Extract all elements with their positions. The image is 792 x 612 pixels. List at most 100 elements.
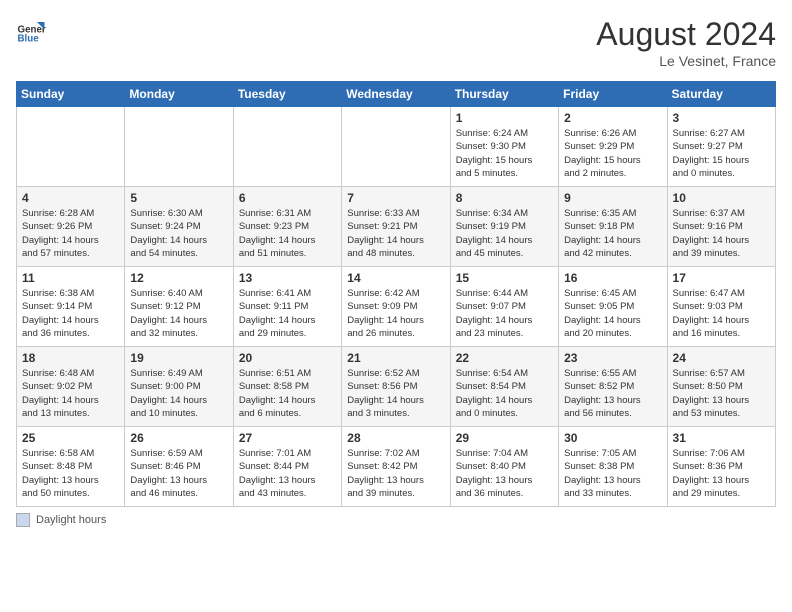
cell-info: Sunrise: 6:37 AM Sunset: 9:16 PM Dayligh… (673, 207, 770, 260)
day-number: 6 (239, 191, 336, 205)
calendar-cell: 24Sunrise: 6:57 AM Sunset: 8:50 PM Dayli… (667, 347, 775, 427)
day-number: 25 (22, 431, 119, 445)
calendar-cell: 11 Sunrise: 6:38 AM Sunset: 9:14 PM Dayli… (17, 267, 125, 347)
cell-info: Sunrise: 6:58 AM Sunset: 8:48 PM Dayligh… (22, 447, 119, 500)
calendar-cell: 5Sunrise: 6:30 AM Sunset: 9:24 PM Daylig… (125, 187, 233, 267)
calendar-cell: 22 Sunrise: 6:54 AM Sunset: 8:54 PM Dayli… (450, 347, 558, 427)
day-number: 8 (456, 191, 553, 205)
calendar-cell: 27Sunrise: 7:01 AM Sunset: 8:44 PM Dayli… (233, 427, 341, 507)
day-number: 18 (22, 351, 119, 365)
cell-info: Sunrise: 6:31 AM Sunset: 9:23 PM Dayligh… (239, 207, 336, 260)
logo: General Blue (16, 16, 46, 46)
weekday-header: Wednesday (342, 82, 450, 107)
weekday-header: Monday (125, 82, 233, 107)
day-number: 13 (239, 271, 336, 285)
logo-icon: General Blue (16, 16, 46, 46)
legend-box (16, 513, 30, 527)
cell-info: Sunrise: 7:04 AM Sunset: 8:40 PM Dayligh… (456, 447, 553, 500)
cell-info: Sunrise: 6:57 AM Sunset: 8:50 PM Dayligh… (673, 367, 770, 420)
cell-info: Sunrise: 6:45 AM Sunset: 9:05 PM Dayligh… (564, 287, 661, 340)
day-number: 29 (456, 431, 553, 445)
cell-info: Sunrise: 6:47 AM Sunset: 9:03 PM Dayligh… (673, 287, 770, 340)
weekday-header: Thursday (450, 82, 558, 107)
calendar-cell: 7Sunrise: 6:33 AM Sunset: 9:21 PM Daylig… (342, 187, 450, 267)
day-number: 20 (239, 351, 336, 365)
cell-info: Sunrise: 6:59 AM Sunset: 8:46 PM Dayligh… (130, 447, 227, 500)
calendar-cell (233, 107, 341, 187)
calendar-week-row: 18 Sunrise: 6:48 AM Sunset: 9:02 PM Dayli… (17, 347, 776, 427)
calendar-week-row: 11 Sunrise: 6:38 AM Sunset: 9:14 PM Dayli… (17, 267, 776, 347)
day-number: 1 (456, 111, 553, 125)
cell-info: Sunrise: 6:49 AM Sunset: 9:00 PM Dayligh… (130, 367, 227, 420)
calendar-cell: 19 Sunrise: 6:49 AM Sunset: 9:00 PM Dayli… (125, 347, 233, 427)
cell-info: Sunrise: 6:42 AM Sunset: 9:09 PM Dayligh… (347, 287, 444, 340)
day-number: 4 (22, 191, 119, 205)
day-number: 11 (22, 271, 119, 285)
calendar-cell: 16 Sunrise: 6:45 AM Sunset: 9:05 PM Dayli… (559, 267, 667, 347)
calendar-week-row: 4 Sunrise: 6:28 AM Sunset: 9:26 PM Daylig… (17, 187, 776, 267)
day-number: 26 (130, 431, 227, 445)
weekday-header-row: SundayMondayTuesdayWednesdayThursdayFrid… (17, 82, 776, 107)
calendar-cell: 18 Sunrise: 6:48 AM Sunset: 9:02 PM Dayli… (17, 347, 125, 427)
calendar-cell: 2Sunrise: 6:26 AM Sunset: 9:29 PM Daylig… (559, 107, 667, 187)
calendar-cell: 21Sunrise: 6:52 AM Sunset: 8:56 PM Dayli… (342, 347, 450, 427)
day-number: 31 (673, 431, 770, 445)
cell-info: Sunrise: 6:40 AM Sunset: 9:12 PM Dayligh… (130, 287, 227, 340)
day-number: 12 (130, 271, 227, 285)
day-number: 17 (673, 271, 770, 285)
cell-info: Sunrise: 6:27 AM Sunset: 9:27 PM Dayligh… (673, 127, 770, 180)
calendar-cell: 28Sunrise: 7:02 AM Sunset: 8:42 PM Dayli… (342, 427, 450, 507)
calendar-cell: 13Sunrise: 6:41 AM Sunset: 9:11 PM Dayli… (233, 267, 341, 347)
page-header: General Blue August 2024 Le Vesinet, Fra… (16, 16, 776, 69)
cell-info: Sunrise: 6:38 AM Sunset: 9:14 PM Dayligh… (22, 287, 119, 340)
cell-info: Sunrise: 6:55 AM Sunset: 8:52 PM Dayligh… (564, 367, 661, 420)
day-number: 22 (456, 351, 553, 365)
cell-info: Sunrise: 6:52 AM Sunset: 8:56 PM Dayligh… (347, 367, 444, 420)
day-number: 3 (673, 111, 770, 125)
day-number: 15 (456, 271, 553, 285)
title-block: August 2024 Le Vesinet, France (596, 16, 776, 69)
day-number: 30 (564, 431, 661, 445)
location: Le Vesinet, France (596, 53, 776, 69)
calendar-cell: 14 Sunrise: 6:42 AM Sunset: 9:09 PM Dayli… (342, 267, 450, 347)
calendar-cell: 9 Sunrise: 6:35 AM Sunset: 9:18 PM Daylig… (559, 187, 667, 267)
calendar-cell: 17 Sunrise: 6:47 AM Sunset: 9:03 PM Dayli… (667, 267, 775, 347)
weekday-header: Sunday (17, 82, 125, 107)
day-number: 10 (673, 191, 770, 205)
day-number: 19 (130, 351, 227, 365)
day-number: 5 (130, 191, 227, 205)
day-number: 14 (347, 271, 444, 285)
calendar-cell: 31 Sunrise: 7:06 AM Sunset: 8:36 PM Dayli… (667, 427, 775, 507)
calendar-cell: 6 Sunrise: 6:31 AM Sunset: 9:23 PM Daylig… (233, 187, 341, 267)
svg-text:Blue: Blue (18, 34, 40, 45)
day-number: 9 (564, 191, 661, 205)
calendar-cell (342, 107, 450, 187)
day-number: 2 (564, 111, 661, 125)
cell-info: Sunrise: 7:06 AM Sunset: 8:36 PM Dayligh… (673, 447, 770, 500)
calendar-cell (17, 107, 125, 187)
cell-info: Sunrise: 6:28 AM Sunset: 9:26 PM Dayligh… (22, 207, 119, 260)
calendar-cell: 12 Sunrise: 6:40 AM Sunset: 9:12 PM Dayli… (125, 267, 233, 347)
day-number: 27 (239, 431, 336, 445)
calendar-cell: 30 Sunrise: 7:05 AM Sunset: 8:38 PM Dayli… (559, 427, 667, 507)
cell-info: Sunrise: 6:35 AM Sunset: 9:18 PM Dayligh… (564, 207, 661, 260)
day-number: 7 (347, 191, 444, 205)
calendar-cell: 26 Sunrise: 6:59 AM Sunset: 8:46 PM Dayli… (125, 427, 233, 507)
cell-info: Sunrise: 6:48 AM Sunset: 9:02 PM Dayligh… (22, 367, 119, 420)
day-number: 28 (347, 431, 444, 445)
calendar-cell: 23 Sunrise: 6:55 AM Sunset: 8:52 PM Dayli… (559, 347, 667, 427)
day-number: 16 (564, 271, 661, 285)
legend-label: Daylight hours (36, 514, 106, 526)
weekday-header: Saturday (667, 82, 775, 107)
weekday-header: Tuesday (233, 82, 341, 107)
calendar-cell: 15Sunrise: 6:44 AM Sunset: 9:07 PM Dayli… (450, 267, 558, 347)
cell-info: Sunrise: 6:24 AM Sunset: 9:30 PM Dayligh… (456, 127, 553, 180)
cell-info: Sunrise: 6:34 AM Sunset: 9:19 PM Dayligh… (456, 207, 553, 260)
calendar-cell (125, 107, 233, 187)
calendar-cell: 20Sunrise: 6:51 AM Sunset: 8:58 PM Dayli… (233, 347, 341, 427)
calendar-cell: 29 Sunrise: 7:04 AM Sunset: 8:40 PM Dayli… (450, 427, 558, 507)
day-number: 23 (564, 351, 661, 365)
month-title: August 2024 (596, 16, 776, 53)
cell-info: Sunrise: 7:05 AM Sunset: 8:38 PM Dayligh… (564, 447, 661, 500)
cell-info: Sunrise: 6:54 AM Sunset: 8:54 PM Dayligh… (456, 367, 553, 420)
